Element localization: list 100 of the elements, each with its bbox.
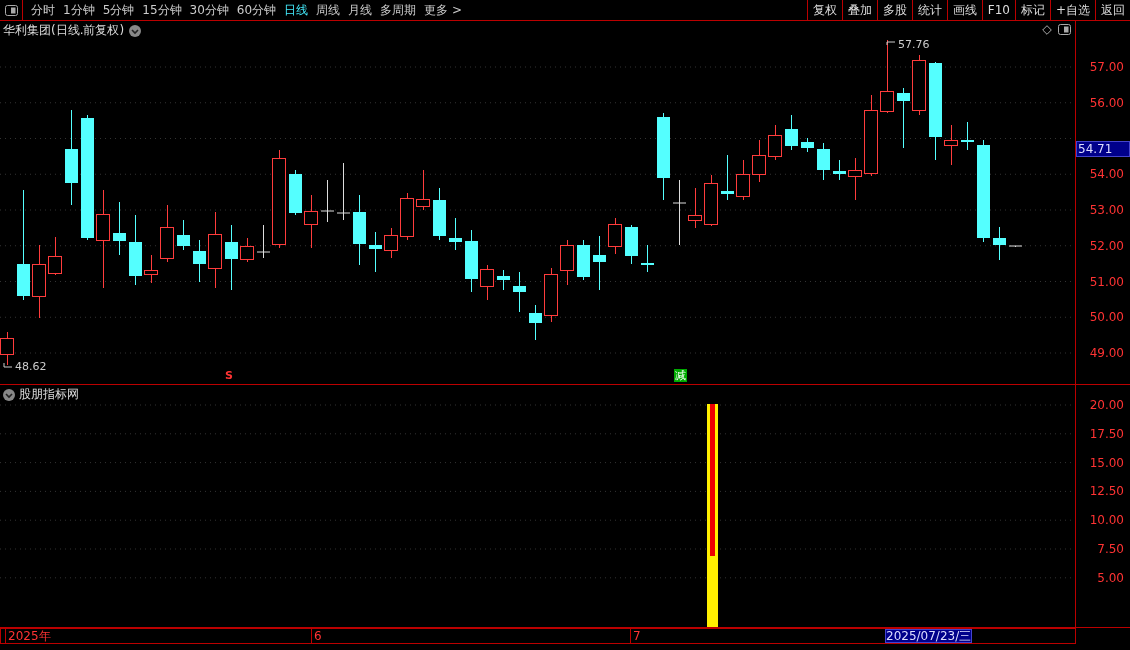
period-tab[interactable]: 月线 — [344, 1, 377, 19]
candlestick — [560, 239, 574, 286]
period-tab[interactable]: 1分钟 — [59, 1, 99, 19]
leader-line — [3, 362, 13, 371]
toolbar-button[interactable]: 多股 — [876, 0, 912, 20]
candlestick — [529, 304, 542, 341]
candlestick — [144, 254, 158, 284]
candlestick — [1008, 245, 1023, 248]
candlestick — [304, 194, 318, 249]
candlestick — [433, 187, 446, 241]
indicator-axis-label: 15.00 — [1089, 455, 1124, 470]
candlestick — [912, 54, 926, 116]
signal-marker: S — [225, 369, 233, 382]
indicator-axis-label: 10.00 — [1089, 513, 1124, 528]
candlestick — [704, 174, 718, 227]
candlestick — [785, 114, 798, 151]
dropdown-icon[interactable] — [129, 24, 142, 37]
candlestick — [752, 139, 766, 183]
signal-marker: 减 — [674, 369, 687, 382]
toolbar-button[interactable]: +自选 — [1049, 0, 1095, 20]
price-axis-label: 53.00 — [1089, 203, 1124, 217]
candlestick — [48, 236, 62, 276]
candlestick — [369, 231, 382, 273]
candlestick — [593, 235, 606, 291]
toolbar-button[interactable]: 标记 — [1014, 0, 1050, 20]
indicator-axis-label: 20.00 — [1089, 398, 1124, 412]
candlestick — [240, 237, 254, 263]
candlestick — [608, 217, 622, 255]
date-axis-label: 7 — [630, 629, 641, 643]
date-axis-label: 2025年 — [5, 629, 51, 643]
price-axis-label: 57.00 — [1089, 60, 1124, 74]
indicator-title: 股朋指标网 — [19, 386, 79, 403]
candlestick — [497, 269, 510, 291]
candlestick — [160, 204, 174, 263]
toolbar-button[interactable]: 复权 — [806, 0, 842, 20]
candlestick — [193, 239, 206, 283]
cursor-date-label: 2025/07/23/三 — [885, 629, 973, 643]
candlestick — [0, 331, 14, 366]
candlestick — [449, 217, 462, 251]
diamond-icon[interactable] — [1042, 24, 1052, 35]
period-tab[interactable]: 30分钟 — [185, 1, 233, 19]
panel-toggle-icon[interactable] — [1058, 24, 1071, 35]
price-axis-label: 56.00 — [1089, 95, 1124, 110]
candlestick — [993, 226, 1006, 261]
price-axis-label: 51.00 — [1089, 274, 1124, 289]
candlestick — [353, 194, 366, 266]
candlestick — [225, 224, 238, 291]
candlestick — [480, 264, 494, 301]
candlestick — [641, 244, 654, 273]
date-axis-label: 6 — [311, 629, 322, 643]
candlestick — [336, 162, 351, 221]
period-tab[interactable]: 15分钟 — [138, 1, 186, 19]
period-tab[interactable]: 多周期 — [376, 1, 421, 19]
panel-toggle-icon[interactable] — [4, 4, 18, 16]
candlestick — [736, 159, 750, 201]
candlestick — [289, 169, 302, 216]
candlestick — [848, 157, 862, 201]
price-axis-label: 50.00 — [1089, 310, 1124, 325]
price-axis-label: 54.00 — [1089, 167, 1124, 182]
candlestick — [833, 159, 846, 181]
candlestick — [416, 169, 430, 211]
price-axis-label: 52.00 — [1089, 238, 1124, 253]
candlestick — [768, 124, 782, 161]
period-tab[interactable]: 5分钟 — [98, 1, 139, 19]
candlestick — [465, 229, 478, 293]
candlestick — [177, 219, 190, 251]
candlestick — [721, 154, 734, 201]
candlestick — [961, 121, 974, 151]
candlestick — [513, 271, 526, 313]
candlestick — [817, 142, 830, 181]
toolbar-button[interactable]: 叠加 — [841, 0, 877, 20]
candlestick — [129, 214, 142, 286]
toolbar-button[interactable]: 返回 — [1095, 0, 1130, 20]
period-tab[interactable]: 60分钟 — [232, 1, 281, 19]
period-tab[interactable]: 更多 > — [420, 1, 466, 19]
candlestick — [944, 124, 958, 166]
period-tab[interactable]: 日线 — [280, 1, 313, 19]
current-price-label: 54.71 — [1076, 140, 1130, 157]
candlestick — [400, 192, 414, 241]
indicator-axis-label: 7.50 — [1097, 542, 1124, 556]
price-axis-label: 49.00 — [1089, 346, 1124, 360]
low-price-label: 48.62 — [15, 360, 47, 373]
indicator-axis-label: 12.50 — [1089, 484, 1124, 499]
indicator-axis-label: 5.00 — [1097, 570, 1124, 585]
period-tab[interactable]: 分时 — [27, 1, 59, 19]
toolbar-button[interactable]: 画线 — [946, 0, 982, 20]
toolbar-button[interactable]: 统计 — [911, 0, 947, 20]
candlestick — [897, 87, 910, 149]
candlestick — [625, 224, 638, 265]
chart-title: 华利集团(日线.前复权) — [3, 22, 125, 39]
period-tab[interactable]: 周线 — [312, 1, 345, 19]
candlestick — [544, 267, 558, 323]
high-price-label: 57.76 — [898, 38, 930, 51]
candlestick — [384, 227, 398, 259]
candlestick — [320, 179, 335, 223]
toolbar-button[interactable]: F10 — [981, 0, 1015, 20]
candlestick — [801, 137, 814, 153]
candlestick — [113, 201, 126, 256]
indicator-axis-label: 17.50 — [1089, 426, 1124, 441]
dropdown-icon[interactable] — [3, 388, 15, 401]
